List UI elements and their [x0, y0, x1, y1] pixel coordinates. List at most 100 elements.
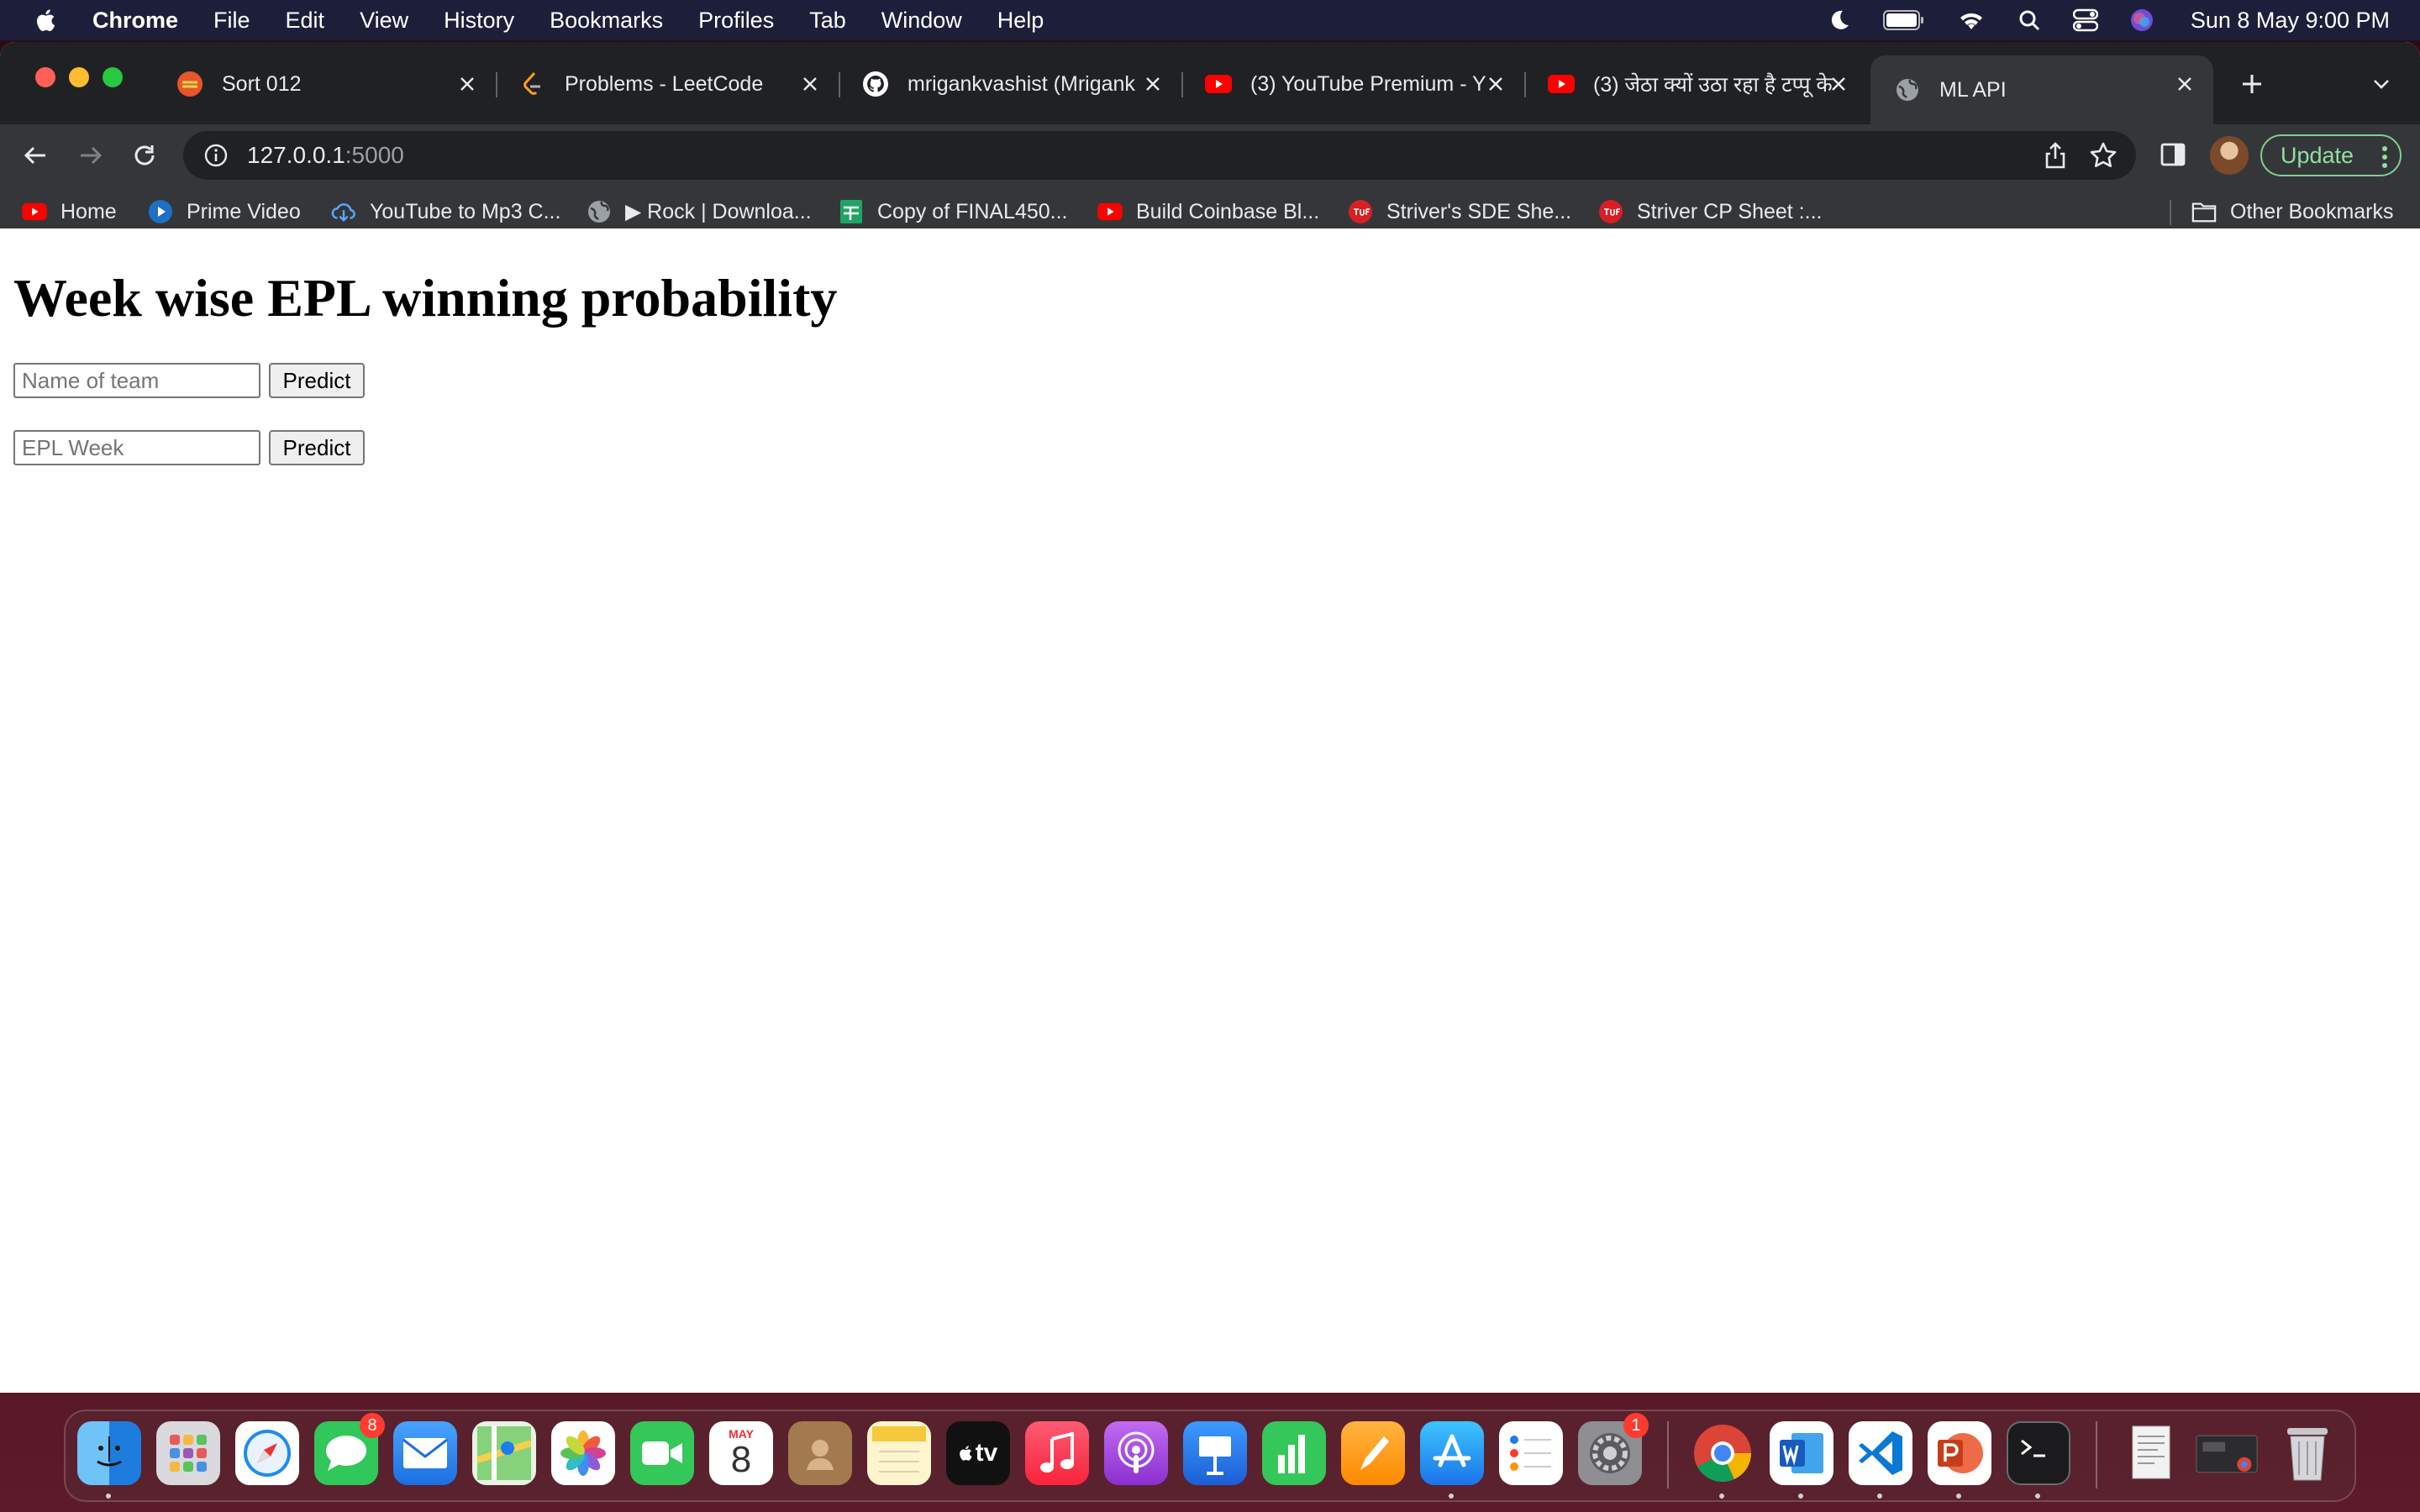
- tab-github[interactable]: mrigankvashist (Mrigank: [839, 55, 1183, 113]
- close-tab-icon[interactable]: [797, 71, 823, 97]
- tab-youtube-video[interactable]: (3) जेठा क्यों उठा रहा है टप्पू के: [1524, 55, 1867, 113]
- music-app-icon[interactable]: [1025, 1421, 1089, 1485]
- predict-week-button[interactable]: Predict: [269, 430, 365, 465]
- menu-help[interactable]: Help: [997, 8, 1044, 34]
- podcasts-app-icon[interactable]: [1104, 1421, 1168, 1485]
- profile-avatar[interactable]: [2210, 136, 2249, 175]
- calendar-day: 8: [730, 1439, 752, 1480]
- youtube-icon: [1097, 199, 1123, 224]
- menu-tab[interactable]: Tab: [809, 8, 846, 34]
- bookmark-striver-sde[interactable]: Striver's SDE She...: [1348, 197, 1571, 227]
- macos-menu-bar: Chrome File Edit View History Bookmarks …: [0, 0, 2420, 40]
- menu-history[interactable]: History: [444, 8, 514, 34]
- menu-bookmarks[interactable]: Bookmarks: [550, 8, 663, 34]
- bookmark-prime-video[interactable]: Prime Video: [148, 197, 301, 227]
- menu-edit[interactable]: Edit: [286, 8, 325, 34]
- forward-arrow-icon[interactable]: [76, 140, 106, 171]
- team-name-input[interactable]: [13, 363, 260, 398]
- maps-app-icon[interactable]: [472, 1421, 536, 1485]
- word-running-indicator: [1798, 1494, 1803, 1499]
- close-tab-icon[interactable]: [1825, 71, 1852, 97]
- tab-strip: Sort 012 Problems - LeetCode mrigankvash…: [0, 42, 2420, 124]
- web-page-content: Week wise EPL winning probability Predic…: [0, 228, 2420, 1383]
- gfg-icon: [176, 71, 203, 97]
- other-bookmarks[interactable]: Other Bookmarks: [2191, 197, 2394, 227]
- menu-window[interactable]: Window: [881, 8, 962, 34]
- keynote-app-icon[interactable]: [1183, 1421, 1247, 1485]
- bookmark-striver-cp[interactable]: Striver CP Sheet :...: [1598, 197, 1822, 227]
- menu-view[interactable]: View: [360, 8, 408, 34]
- notes-app-icon[interactable]: [867, 1421, 931, 1485]
- messages-app-icon[interactable]: 8: [314, 1413, 385, 1485]
- screenshot-stack-icon[interactable]: [2195, 1421, 2259, 1485]
- close-tab-icon[interactable]: [2171, 71, 2198, 97]
- minimize-window-button[interactable]: [69, 67, 89, 87]
- bookmark-youtube-to-mp3[interactable]: YouTube to Mp3 C...: [331, 197, 560, 227]
- wifi-icon[interactable]: [1957, 9, 1986, 31]
- tab-title: ML API: [1939, 77, 2007, 102]
- trash-icon[interactable]: [2275, 1421, 2339, 1485]
- numbers-app-icon[interactable]: [1262, 1421, 1326, 1485]
- mail-app-icon[interactable]: [393, 1421, 457, 1485]
- bookmark-build-coinbase[interactable]: Build Coinbase Bl...: [1097, 197, 1319, 227]
- update-button[interactable]: Update: [2260, 134, 2402, 176]
- chrome-app-icon[interactable]: [1691, 1421, 1754, 1485]
- document-stack-icon[interactable]: [2119, 1421, 2183, 1485]
- contacts-app-icon[interactable]: [788, 1421, 852, 1485]
- pages-app-icon[interactable]: [1341, 1421, 1405, 1485]
- menu-app-name[interactable]: Chrome: [92, 8, 178, 34]
- reminders-app-icon[interactable]: [1499, 1421, 1563, 1485]
- tab-title: (3) जेठा क्यों उठा रहा है टप्पू के: [1593, 73, 1833, 97]
- tab-ml-api[interactable]: ML API: [1870, 55, 2213, 124]
- calendar-app-icon[interactable]: MAY 8: [709, 1421, 773, 1485]
- side-panel-icon[interactable]: [2160, 141, 2186, 172]
- predict-team-button[interactable]: Predict: [269, 363, 365, 398]
- powerpoint-app-icon[interactable]: [1928, 1421, 1991, 1485]
- bookmark-final450[interactable]: Copy of FINAL450...: [839, 197, 1068, 227]
- fullscreen-window-button[interactable]: [103, 67, 123, 87]
- new-tab-plus-icon[interactable]: [2235, 67, 2269, 101]
- siri-icon[interactable]: [2130, 8, 2154, 32]
- app-store-icon[interactable]: [1420, 1421, 1484, 1485]
- reload-icon[interactable]: [129, 140, 160, 171]
- more-vertical-icon[interactable]: [2381, 144, 2388, 176]
- apple-tv-app-icon[interactable]: tv: [946, 1421, 1010, 1485]
- globe-icon: [1894, 76, 1921, 103]
- word-app-icon[interactable]: [1770, 1421, 1833, 1485]
- spotlight-search-icon[interactable]: [2018, 8, 2041, 32]
- system-preferences-icon[interactable]: 1: [1578, 1413, 1649, 1485]
- tab-title: mrigankvashist (Mrigank: [908, 71, 1135, 96]
- facetime-app-icon[interactable]: [630, 1421, 694, 1485]
- bookmark-label: Copy of FINAL450...: [877, 199, 1068, 223]
- close-tab-icon[interactable]: [1139, 71, 1166, 97]
- menu-profiles[interactable]: Profiles: [698, 8, 774, 34]
- close-window-button[interactable]: [35, 67, 55, 87]
- bookmark-star-icon[interactable]: [2089, 141, 2118, 174]
- control-center-icon[interactable]: [2072, 8, 2098, 32]
- menu-file[interactable]: File: [213, 8, 250, 34]
- menu-bar-clock[interactable]: Sun 8 May 9:00 PM: [2191, 8, 2390, 34]
- vscode-app-icon[interactable]: [1849, 1421, 1912, 1485]
- finder-app-icon[interactable]: [77, 1421, 141, 1485]
- bookmark-home[interactable]: Home: [22, 197, 117, 227]
- focus-moon-icon[interactable]: [1828, 8, 1851, 32]
- close-tab-icon[interactable]: [454, 71, 481, 97]
- tab-leetcode[interactable]: Problems - LeetCode: [496, 55, 840, 113]
- tab-youtube-premium[interactable]: (3) YouTube Premium - Y: [1181, 55, 1526, 113]
- launchpad-app-icon[interactable]: [156, 1421, 220, 1485]
- address-bar[interactable]: 127.0.0.1:5000: [183, 131, 2136, 180]
- close-tab-icon[interactable]: [1482, 71, 1509, 97]
- youtube-icon: [1205, 71, 1232, 97]
- share-icon[interactable]: [2044, 142, 2067, 173]
- back-arrow-icon[interactable]: [20, 140, 50, 171]
- terminal-app-icon[interactable]: [2007, 1421, 2070, 1485]
- battery-icon[interactable]: [1882, 9, 1925, 31]
- photos-app-icon[interactable]: [551, 1421, 615, 1485]
- apple-menu-icon[interactable]: [35, 7, 59, 34]
- epl-week-input[interactable]: [13, 430, 260, 465]
- site-info-icon[interactable]: [203, 143, 229, 168]
- tab-search-chevron-down-icon[interactable]: [2368, 71, 2395, 97]
- safari-app-icon[interactable]: [235, 1421, 299, 1485]
- bookmark-rock-download[interactable]: ▶ Rock | Downloa...: [587, 197, 812, 227]
- tab-sort-012[interactable]: Sort 012: [153, 55, 497, 113]
